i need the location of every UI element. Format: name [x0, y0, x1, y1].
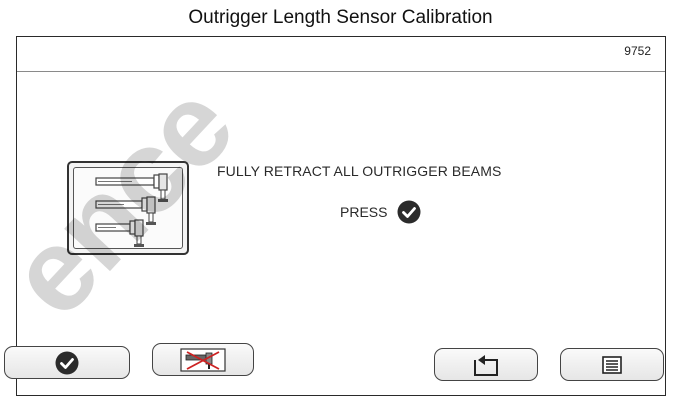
- back-button[interactable]: [434, 348, 538, 381]
- figure-caption: Outrigger Length Sensor Calibration: [188, 7, 493, 28]
- return-arrow-icon: [472, 353, 500, 377]
- header-divider: [17, 71, 665, 72]
- function-disabled-button[interactable]: [152, 343, 254, 376]
- check-circle-icon: [55, 351, 79, 375]
- manual-figure: Outrigger Length Sensor Calibration 9752: [0, 0, 681, 398]
- outrigger-crossed-icon: [180, 347, 226, 372]
- menu-button[interactable]: [560, 348, 664, 381]
- outrigger-graphic-frame: [73, 167, 183, 249]
- press-prompt: PRESS: [340, 200, 421, 224]
- display-screen: 9752 FULLY RETRACT ALL OUTRIGGER BEAMS P…: [16, 36, 666, 396]
- check-circle-icon: [397, 200, 421, 224]
- press-label: PRESS: [340, 204, 388, 220]
- menu-icon: [602, 355, 622, 374]
- confirm-button[interactable]: [4, 346, 130, 379]
- instruction-text: FULLY RETRACT ALL OUTRIGGER BEAMS: [217, 163, 502, 179]
- outriggers-retracted-icon: [67, 161, 189, 255]
- screen-code: 9752: [624, 44, 651, 58]
